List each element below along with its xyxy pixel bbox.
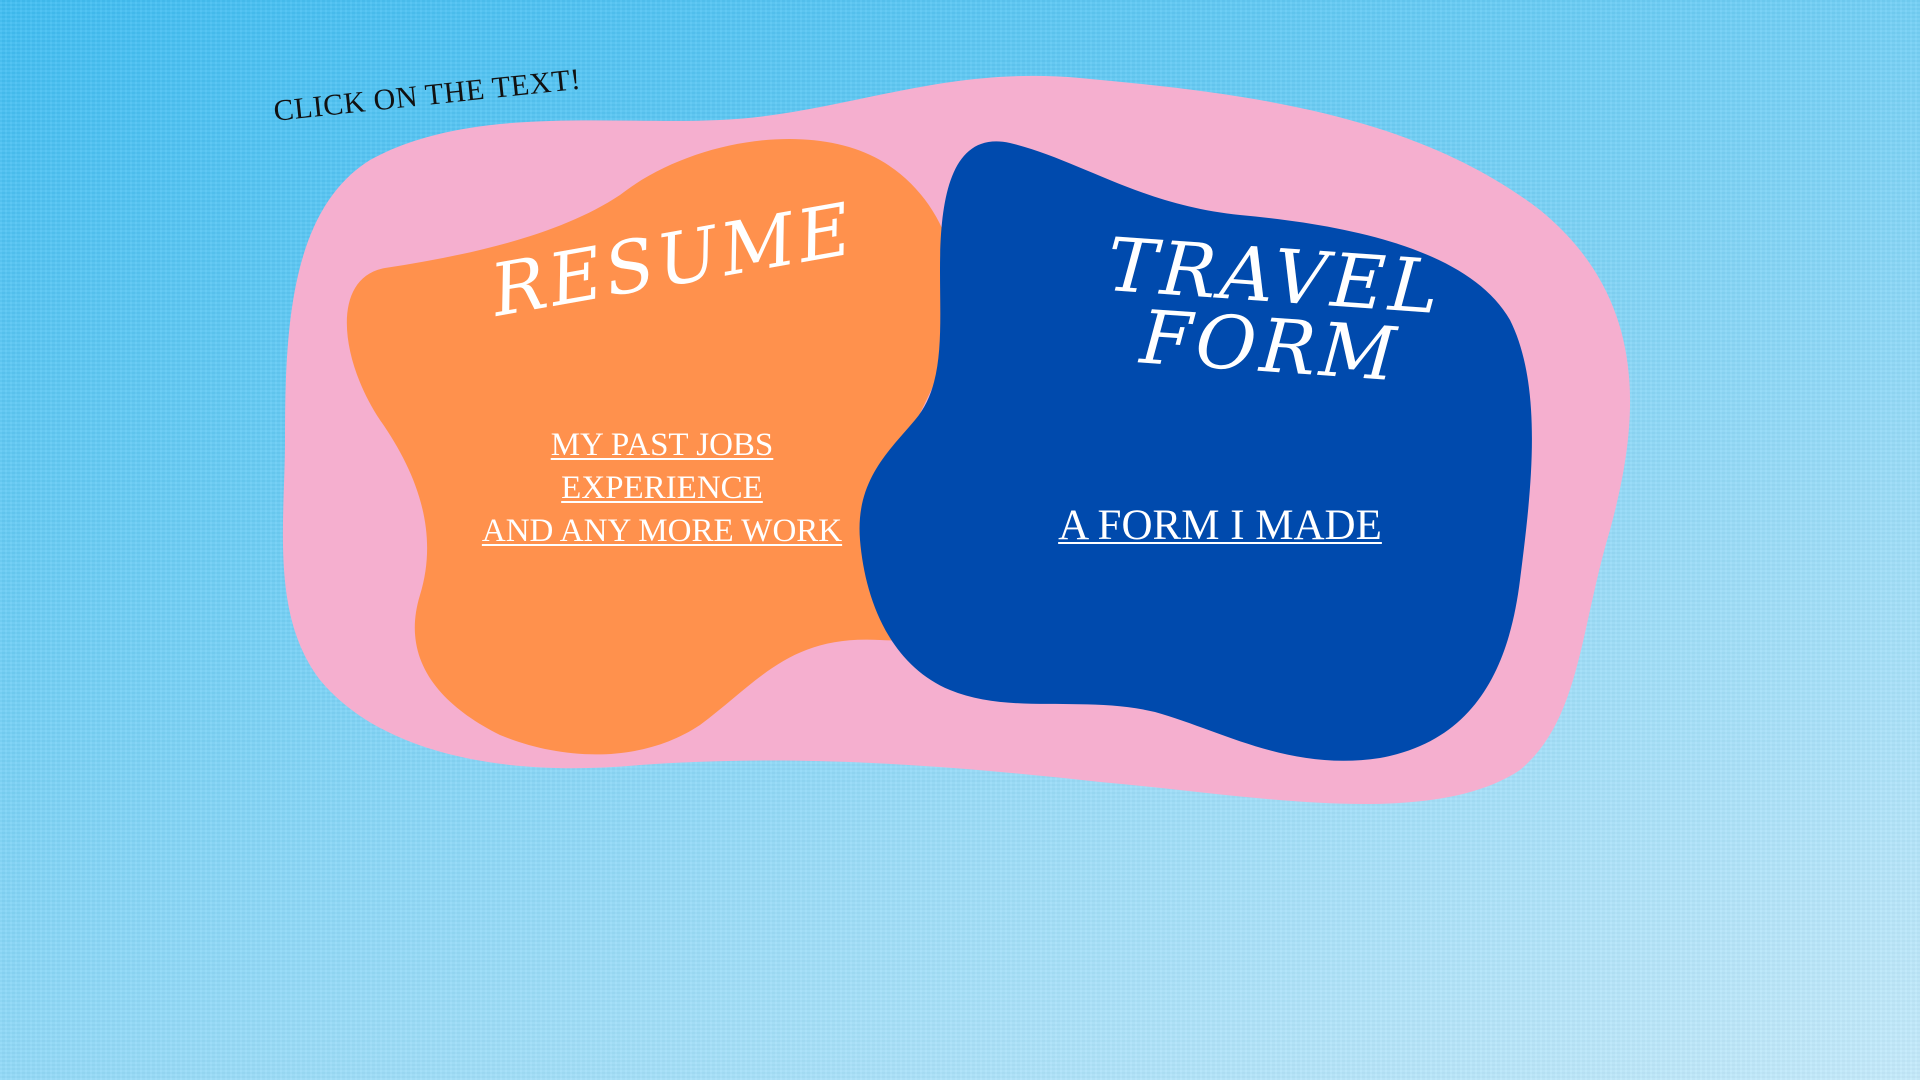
travel-form-link[interactable]: A FORM I MADE bbox=[1030, 498, 1410, 554]
travel-link-group: A FORM I MADE bbox=[1030, 498, 1410, 554]
resume-link-past-jobs[interactable]: MY PAST JOBS bbox=[462, 424, 862, 467]
resume-link-more-work[interactable]: AND ANY MORE WORK bbox=[462, 510, 862, 553]
travel-form-title[interactable]: TRAVEL FORM bbox=[1100, 222, 1446, 399]
resume-link-group: MY PAST JOBS EXPERIENCE AND ANY MORE WOR… bbox=[462, 424, 862, 553]
blob-shapes bbox=[282, 75, 1631, 805]
travel-title-line-2: FORM bbox=[1137, 294, 1403, 399]
resume-link-experience[interactable]: EXPERIENCE bbox=[462, 467, 862, 510]
